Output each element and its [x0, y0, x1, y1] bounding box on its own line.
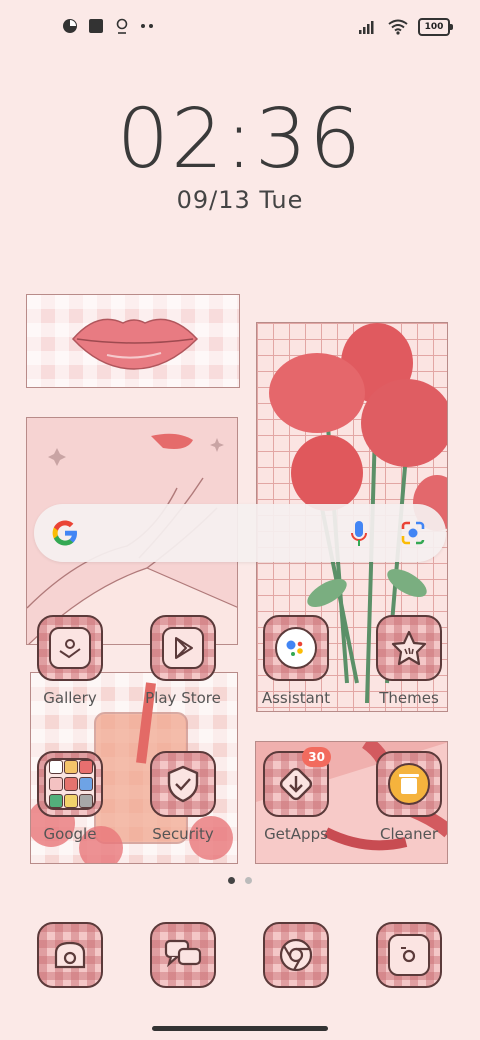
app-assistant[interactable]: Assistant — [246, 615, 346, 707]
app-getapps[interactable]: 30 GetApps — [246, 747, 346, 843]
date-text: 09/13 — [176, 186, 251, 214]
dock-messages[interactable] — [133, 922, 233, 988]
app-label: Google — [43, 825, 97, 843]
shield-icon — [167, 765, 199, 803]
themes-icon — [391, 630, 427, 666]
mic-icon[interactable] — [350, 520, 368, 548]
gesture-bar[interactable] — [152, 1026, 328, 1031]
page-dot-active[interactable] — [228, 877, 235, 884]
battery-indicator: 100 — [418, 18, 453, 36]
badge-icon — [116, 18, 128, 34]
wifi-icon — [388, 19, 408, 35]
app-play-store[interactable]: Play Store — [133, 615, 233, 707]
status-bar: 100 — [0, 0, 480, 56]
gallery-icon — [59, 639, 81, 659]
app-label: Play Store — [145, 689, 221, 707]
assistant-icon — [286, 640, 303, 656]
app-security[interactable]: Security — [133, 751, 233, 843]
chrome-icon — [279, 938, 313, 972]
google-g-icon — [52, 520, 77, 546]
lens-icon[interactable] — [400, 520, 426, 546]
page-indicator[interactable] — [0, 877, 480, 884]
page-dot[interactable] — [245, 877, 252, 884]
phone-icon — [54, 941, 86, 969]
dock-phone[interactable] — [20, 922, 120, 988]
getapps-icon — [279, 767, 313, 801]
dock-chrome[interactable] — [246, 922, 346, 988]
square-icon — [89, 19, 103, 33]
lips-image — [71, 318, 199, 370]
more-dots-icon — [141, 24, 153, 28]
messages-icon — [164, 939, 202, 968]
camera-icon — [401, 947, 416, 963]
play-store-icon — [175, 637, 193, 659]
weekday-text: Tue — [259, 186, 304, 214]
app-google-folder[interactable]: Google — [20, 751, 120, 843]
dock-camera[interactable] — [359, 922, 459, 988]
app-label: Security — [152, 825, 214, 843]
signal-icon — [359, 21, 374, 34]
lips-widget[interactable] — [26, 294, 240, 388]
app-gallery[interactable]: Gallery — [20, 615, 120, 707]
app-themes[interactable]: Themes — [359, 615, 459, 707]
clock-time[interactable]: 02:36 — [0, 92, 480, 187]
app-label: Gallery — [43, 689, 97, 707]
app-label: GetApps — [264, 825, 328, 843]
app-cleaner[interactable]: Cleaner — [359, 751, 459, 843]
pie-icon — [63, 19, 77, 33]
google-search-bar[interactable] — [34, 504, 446, 562]
app-label: Assistant — [261, 689, 331, 707]
app-label: Cleaner — [380, 825, 438, 843]
clock-date[interactable]: 09/13 Tue — [0, 186, 480, 214]
trash-icon — [399, 774, 419, 794]
app-label: Themes — [379, 689, 439, 707]
notification-badge: 30 — [302, 747, 331, 767]
